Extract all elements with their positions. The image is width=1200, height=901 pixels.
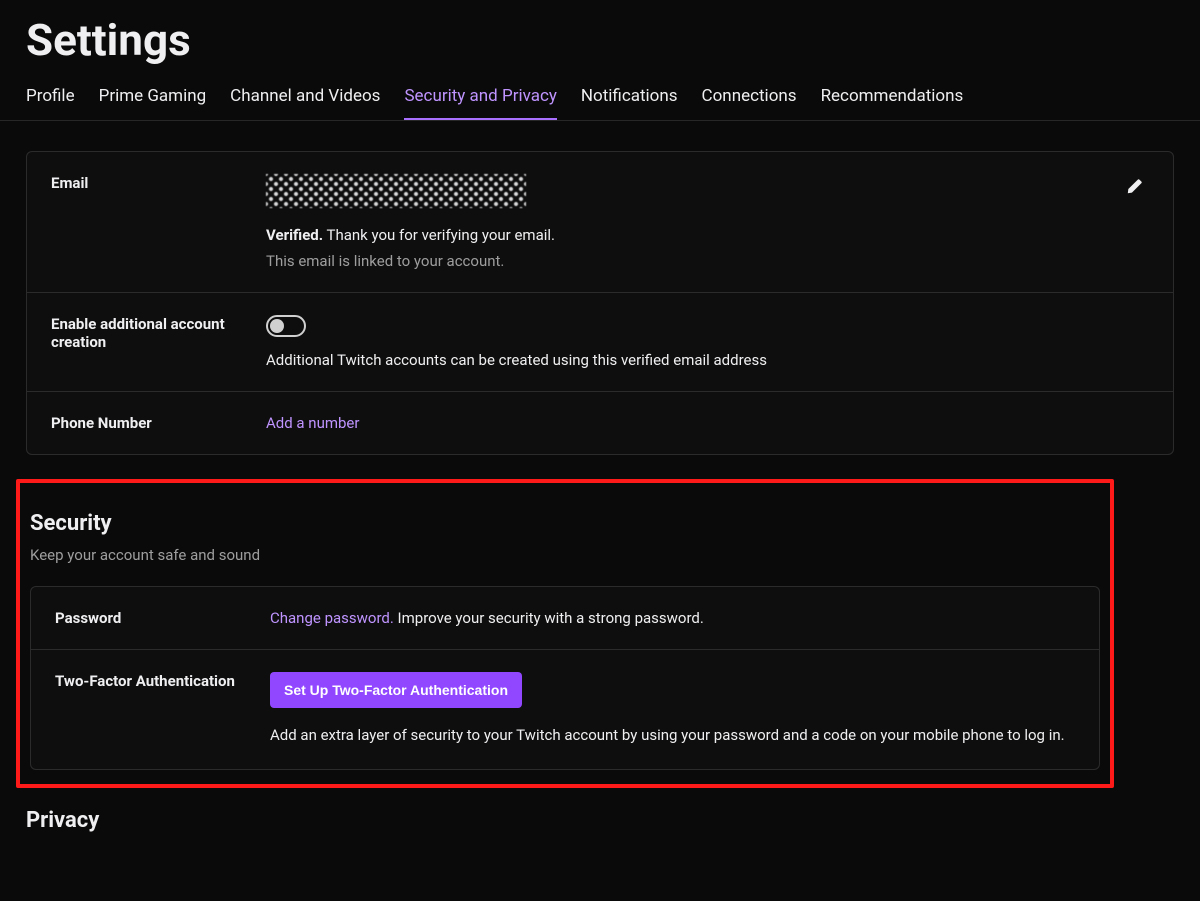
enable-additional-label: Enable additional account creation <box>51 315 266 351</box>
enable-additional-toggle[interactable] <box>266 315 306 337</box>
page-title: Settings <box>26 14 1200 66</box>
email-verified-badge: Verified. <box>266 226 323 244</box>
edit-email-button[interactable] <box>1121 174 1149 202</box>
toggle-knob <box>270 319 284 333</box>
email-verified-text: Thank you for verifying your email. <box>323 226 555 244</box>
settings-tabs: Profile Prime Gaming Channel and Videos … <box>0 76 1200 121</box>
password-label: Password <box>55 609 270 627</box>
security-highlight: Security Keep your account safe and soun… <box>16 479 1114 788</box>
tab-connections[interactable]: Connections <box>702 76 797 120</box>
email-linked-text: This email is linked to your account. <box>266 252 1109 270</box>
email-label: Email <box>51 174 266 192</box>
contact-card: Email Verified. Thank you for verifying … <box>26 151 1174 455</box>
tab-notifications[interactable]: Notifications <box>581 76 678 120</box>
change-password-link[interactable]: Change password. <box>270 609 394 627</box>
privacy-title: Privacy <box>26 808 1174 833</box>
pencil-icon <box>1126 177 1144 199</box>
enable-additional-row: Enable additional account creation Addit… <box>27 293 1173 392</box>
tab-recommendations[interactable]: Recommendations <box>821 76 964 120</box>
tfa-label: Two-Factor Authentication <box>55 672 270 690</box>
phone-row: Phone Number Add a number <box>27 392 1173 454</box>
tab-profile[interactable]: Profile <box>26 76 75 120</box>
tfa-desc: Add an extra layer of security to your T… <box>270 724 1075 747</box>
security-title: Security <box>30 511 1100 536</box>
add-number-link[interactable]: Add a number <box>266 414 359 432</box>
tfa-row: Two-Factor Authentication Set Up Two-Fac… <box>31 650 1099 769</box>
password-row: Password Change password. Improve your s… <box>31 587 1099 650</box>
password-desc: Improve your security with a strong pass… <box>394 609 704 627</box>
email-row: Email Verified. Thank you for verifying … <box>27 152 1173 293</box>
tab-prime-gaming[interactable]: Prime Gaming <box>99 76 207 120</box>
security-card: Password Change password. Improve your s… <box>30 586 1100 770</box>
tab-channel-and-videos[interactable]: Channel and Videos <box>230 76 380 120</box>
security-subtitle: Keep your account safe and sound <box>30 546 1100 564</box>
phone-label: Phone Number <box>51 414 266 432</box>
enable-additional-desc: Additional Twitch accounts can be create… <box>266 351 1149 369</box>
tab-security-and-privacy[interactable]: Security and Privacy <box>404 76 556 120</box>
email-value-redacted <box>266 174 526 208</box>
setup-tfa-button[interactable]: Set Up Two-Factor Authentication <box>270 672 522 708</box>
